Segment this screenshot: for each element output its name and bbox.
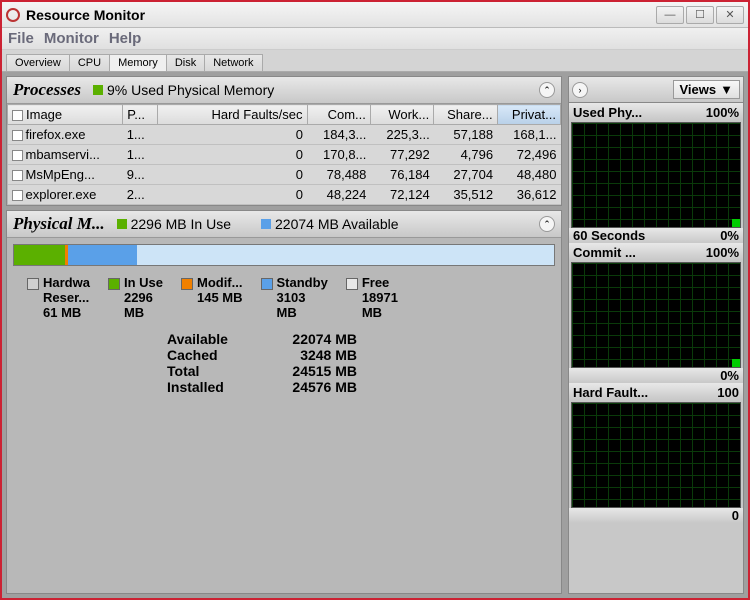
graph-commit xyxy=(571,262,741,368)
collapse-physical-icon[interactable]: ⌃ xyxy=(539,216,555,232)
select-all-checkbox[interactable] xyxy=(12,110,23,121)
inuse-hdr: 2296 MB In Use xyxy=(131,216,231,232)
processes-table: Image P... Hard Faults/sec Com... Work..… xyxy=(7,104,561,205)
menu-bar: File Monitor Help xyxy=(2,28,748,50)
window-title: Resource Monitor xyxy=(26,7,145,23)
processes-title: Processes xyxy=(13,80,81,100)
graph3-title: Hard Fault... xyxy=(573,385,648,400)
tab-network[interactable]: Network xyxy=(204,54,262,71)
col-image[interactable]: Image xyxy=(8,105,123,125)
tab-cpu[interactable]: CPU xyxy=(69,54,110,71)
graph2-br: 0% xyxy=(720,368,739,383)
col-commit[interactable]: Com... xyxy=(307,105,370,125)
table-row[interactable]: firefox.exe1...0184,3...225,3...57,18816… xyxy=(8,125,561,145)
tab-disk[interactable]: Disk xyxy=(166,54,205,71)
col-pid[interactable]: P... xyxy=(123,105,158,125)
graph2-title: Commit ... xyxy=(573,245,636,260)
memory-stats: Available22074 MB Cached3248 MB Total245… xyxy=(7,325,561,401)
graph1-title: Used Phy... xyxy=(573,105,642,120)
swatch-standby-icon xyxy=(261,278,273,290)
menu-help[interactable]: Help xyxy=(109,30,142,47)
processes-panel: Processes 9% Used Physical Memory ⌃ Imag… xyxy=(6,76,562,206)
graph3-br: 0 xyxy=(732,508,739,523)
expand-graphs-icon[interactable]: › xyxy=(572,82,588,98)
row-checkbox[interactable] xyxy=(12,130,23,141)
memory-usage-pct: 9% Used Physical Memory xyxy=(107,82,274,98)
minimize-button[interactable]: — xyxy=(656,6,684,24)
chevron-down-icon: ▼ xyxy=(720,82,733,97)
row-checkbox[interactable] xyxy=(12,170,23,181)
close-button[interactable]: ✕ xyxy=(716,6,744,24)
swatch-free-icon xyxy=(346,278,358,290)
collapse-processes-icon[interactable]: ⌃ xyxy=(539,82,555,98)
physical-title: Physical M... xyxy=(13,214,105,234)
col-working[interactable]: Work... xyxy=(370,105,433,125)
table-row[interactable]: explorer.exe2...048,22472,12435,51236,61… xyxy=(8,185,561,205)
col-private[interactable]: Privat... xyxy=(497,105,560,125)
tab-overview[interactable]: Overview xyxy=(6,54,70,71)
graph1-bl: 60 Seconds xyxy=(573,228,645,243)
graph1-top: 100% xyxy=(706,105,739,120)
tab-bar: Overview CPU Memory Disk Network xyxy=(2,50,748,72)
graph-hard-faults xyxy=(571,402,741,508)
col-shareable[interactable]: Share... xyxy=(434,105,497,125)
graph2-top: 100% xyxy=(706,245,739,260)
col-hardfaults[interactable]: Hard Faults/sec xyxy=(157,105,307,125)
swatch-inuse-icon xyxy=(108,278,120,290)
titlebar: Resource Monitor — ☐ ✕ xyxy=(2,2,748,28)
menu-file[interactable]: File xyxy=(8,30,34,47)
table-row[interactable]: mbamservi...1...0170,8...77,2924,79672,4… xyxy=(8,145,561,165)
maximize-button[interactable]: ☐ xyxy=(686,6,714,24)
graph3-top: 100 xyxy=(717,385,739,400)
graph1-br: 0% xyxy=(720,228,739,243)
avail-icon xyxy=(261,219,271,229)
avail-hdr: 22074 MB Available xyxy=(275,216,399,232)
tab-memory[interactable]: Memory xyxy=(109,54,167,71)
menu-monitor[interactable]: Monitor xyxy=(44,30,99,47)
views-dropdown[interactable]: Views▼ xyxy=(673,80,741,99)
graphs-header: › Views▼ xyxy=(568,76,744,103)
row-checkbox[interactable] xyxy=(12,150,23,161)
app-icon xyxy=(6,8,20,22)
table-row[interactable]: MsMpEng...9...078,48876,18427,70448,480 xyxy=(8,165,561,185)
memory-usage-icon xyxy=(93,85,103,95)
row-checkbox[interactable] xyxy=(12,190,23,201)
physical-memory-panel: Physical M... 2296 MB In Use 22074 MB Av… xyxy=(6,210,562,594)
memory-legend: HardwaReser...61 MB In Use2296MB Modif..… xyxy=(7,272,561,325)
swatch-modified-icon xyxy=(181,278,193,290)
swatch-hardware-icon xyxy=(27,278,39,290)
memory-bar xyxy=(13,244,555,266)
inuse-icon xyxy=(117,219,127,229)
graph-used-physical xyxy=(571,122,741,228)
